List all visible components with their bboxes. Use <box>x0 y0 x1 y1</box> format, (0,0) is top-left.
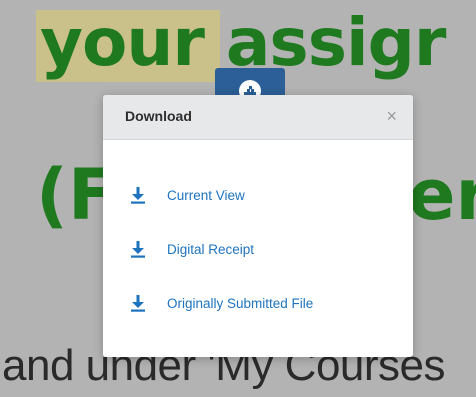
option-label: Originally Submitted File <box>167 295 314 311</box>
close-icon[interactable]: × <box>386 106 397 126</box>
option-label: Current View <box>167 187 245 203</box>
heading-word-1: your <box>40 4 205 81</box>
download-icon <box>129 294 147 312</box>
download-icon <box>129 240 147 258</box>
option-label: Digital Receipt <box>167 241 255 257</box>
modal-header: Download × <box>103 95 413 140</box>
modal-title: Download <box>125 108 192 124</box>
download-options-list: Current View Digital Receipt Originally … <box>103 140 413 330</box>
option-originally-submitted-file[interactable]: Originally Submitted File <box>129 276 413 330</box>
option-current-view[interactable]: Current View <box>129 168 413 222</box>
download-modal: Download × Current View Digital Receipt … <box>103 95 413 357</box>
background-paren-right: er <box>408 154 476 236</box>
option-digital-receipt[interactable]: Digital Receipt <box>129 222 413 276</box>
download-icon <box>129 186 147 204</box>
